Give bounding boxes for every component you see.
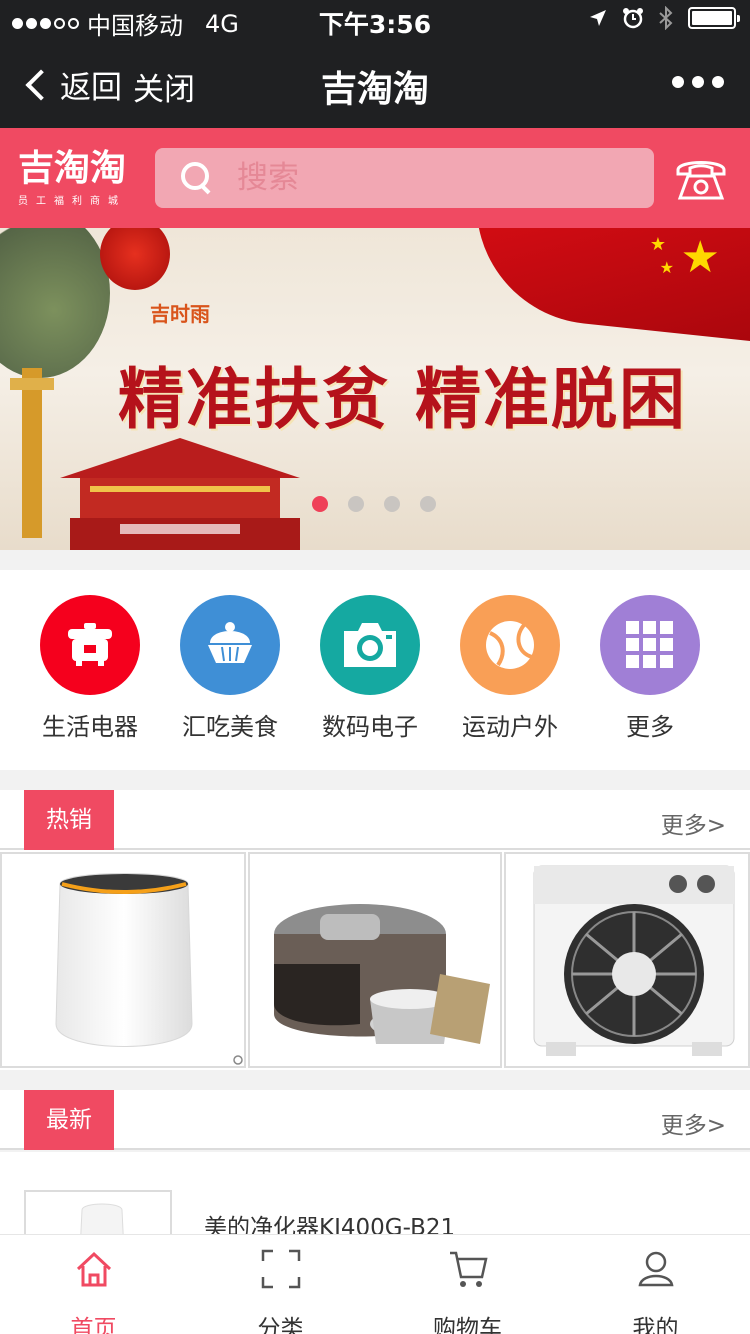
product-card[interactable] bbox=[248, 852, 502, 1068]
latest-more-link[interactable]: 更多> bbox=[661, 1106, 726, 1140]
category-label: 运动户外 bbox=[462, 713, 558, 741]
latest-tag: 最新 bbox=[24, 1090, 114, 1150]
search-icon bbox=[181, 162, 213, 194]
app-logo[interactable]: 吉淘淘 员工福利商城 bbox=[18, 148, 138, 208]
category-icon-circle bbox=[460, 595, 560, 695]
search-bar[interactable] bbox=[155, 148, 654, 208]
alarm-icon bbox=[623, 8, 643, 29]
hot-section: 热销 更多> bbox=[0, 790, 750, 850]
category-grid: 生活电器 汇吃美食 数码电子 运动户外 更多 bbox=[0, 570, 750, 770]
telephone-icon[interactable] bbox=[674, 154, 728, 202]
cart-icon bbox=[449, 1251, 488, 1287]
category-label: 数码电子 bbox=[322, 713, 418, 741]
camera-icon bbox=[344, 623, 396, 667]
carousel-indicator[interactable] bbox=[312, 496, 436, 512]
user-icon bbox=[638, 1251, 673, 1287]
product-card[interactable] bbox=[0, 852, 246, 1068]
category-icon-circle bbox=[180, 595, 280, 695]
banner-small-text: 吉时雨 bbox=[150, 302, 210, 326]
category-digital[interactable]: 数码电子 bbox=[300, 595, 440, 742]
battery-icon bbox=[688, 7, 740, 29]
grid-icon bbox=[626, 621, 673, 668]
ball-icon bbox=[486, 621, 534, 669]
logo-subtitle: 员工福利商城 bbox=[18, 196, 126, 207]
hot-more-link[interactable]: 更多> bbox=[661, 806, 726, 840]
carousel-dot[interactable] bbox=[420, 496, 436, 512]
bottom-tab-bar: 首页 分类 购物车 我的 bbox=[0, 1234, 750, 1334]
latest-section: 最新 更多> bbox=[0, 1090, 750, 1150]
tab-label: 首页 bbox=[70, 1316, 117, 1334]
tab-category[interactable]: 分类 bbox=[187, 1235, 374, 1334]
page-title: 吉淘淘 bbox=[320, 69, 429, 110]
star-icon: ★ bbox=[659, 258, 674, 277]
star-icon: ★ bbox=[649, 234, 666, 255]
hot-products bbox=[0, 850, 750, 1070]
app-header: 吉淘淘 员工福利商城 bbox=[0, 128, 750, 228]
tab-label: 分类 bbox=[257, 1316, 304, 1334]
category-icon-circle bbox=[320, 595, 420, 695]
rice-cooker-icon bbox=[68, 623, 112, 666]
more-menu-icon[interactable] bbox=[672, 76, 724, 88]
status-right bbox=[588, 6, 740, 30]
category-label: 更多 bbox=[626, 713, 674, 741]
tab-mine[interactable]: 我的 bbox=[561, 1235, 750, 1334]
tree-decoration bbox=[0, 228, 110, 378]
latest-section-header: 最新 更多> bbox=[0, 1090, 750, 1150]
category-label: 汇吃美食 bbox=[182, 713, 278, 741]
category-icon-circle bbox=[40, 595, 140, 695]
promo-banner[interactable]: ★ ★ ★ 吉时雨 精准扶贫 精准脱困 bbox=[0, 228, 750, 550]
tab-label: 购物车 bbox=[433, 1316, 502, 1334]
status-bar: 中国移动 4G 下午3:56 bbox=[0, 0, 750, 40]
fan-image bbox=[533, 865, 735, 1056]
category-label: 生活电器 bbox=[42, 713, 138, 741]
category-more[interactable]: 更多 bbox=[580, 595, 720, 742]
star-icon: ★ bbox=[680, 232, 720, 283]
tab-cart[interactable]: 购物车 bbox=[374, 1235, 561, 1334]
lantern-decoration bbox=[100, 228, 170, 290]
category-icon-circle bbox=[600, 595, 700, 695]
carousel-dot[interactable] bbox=[384, 496, 400, 512]
nav-bar: 返回 关闭 吉淘淘 bbox=[0, 40, 750, 128]
tab-home[interactable]: 首页 bbox=[0, 1235, 187, 1334]
bluetooth-icon bbox=[659, 6, 673, 30]
category-appliances[interactable]: 生活电器 bbox=[20, 595, 160, 742]
cooker-image bbox=[274, 904, 490, 1044]
hot-tag: 热销 bbox=[24, 790, 114, 850]
location-icon bbox=[590, 10, 606, 26]
home-icon bbox=[76, 1251, 111, 1287]
tab-label: 我的 bbox=[632, 1316, 679, 1334]
cupcake-icon bbox=[208, 622, 252, 663]
carousel-dot[interactable] bbox=[312, 496, 328, 512]
purifier-image bbox=[55, 873, 243, 1065]
search-input[interactable] bbox=[237, 160, 617, 196]
scan-icon bbox=[261, 1249, 300, 1289]
logo-text: 吉淘淘 bbox=[18, 148, 127, 189]
banner-headline: 精准扶贫 精准脱困 bbox=[118, 360, 687, 438]
hot-section-header: 热销 更多> bbox=[0, 790, 750, 850]
category-food[interactable]: 汇吃美食 bbox=[160, 595, 300, 742]
carousel-dot[interactable] bbox=[348, 496, 364, 512]
category-sports[interactable]: 运动户外 bbox=[440, 595, 580, 742]
product-card[interactable] bbox=[504, 852, 750, 1068]
